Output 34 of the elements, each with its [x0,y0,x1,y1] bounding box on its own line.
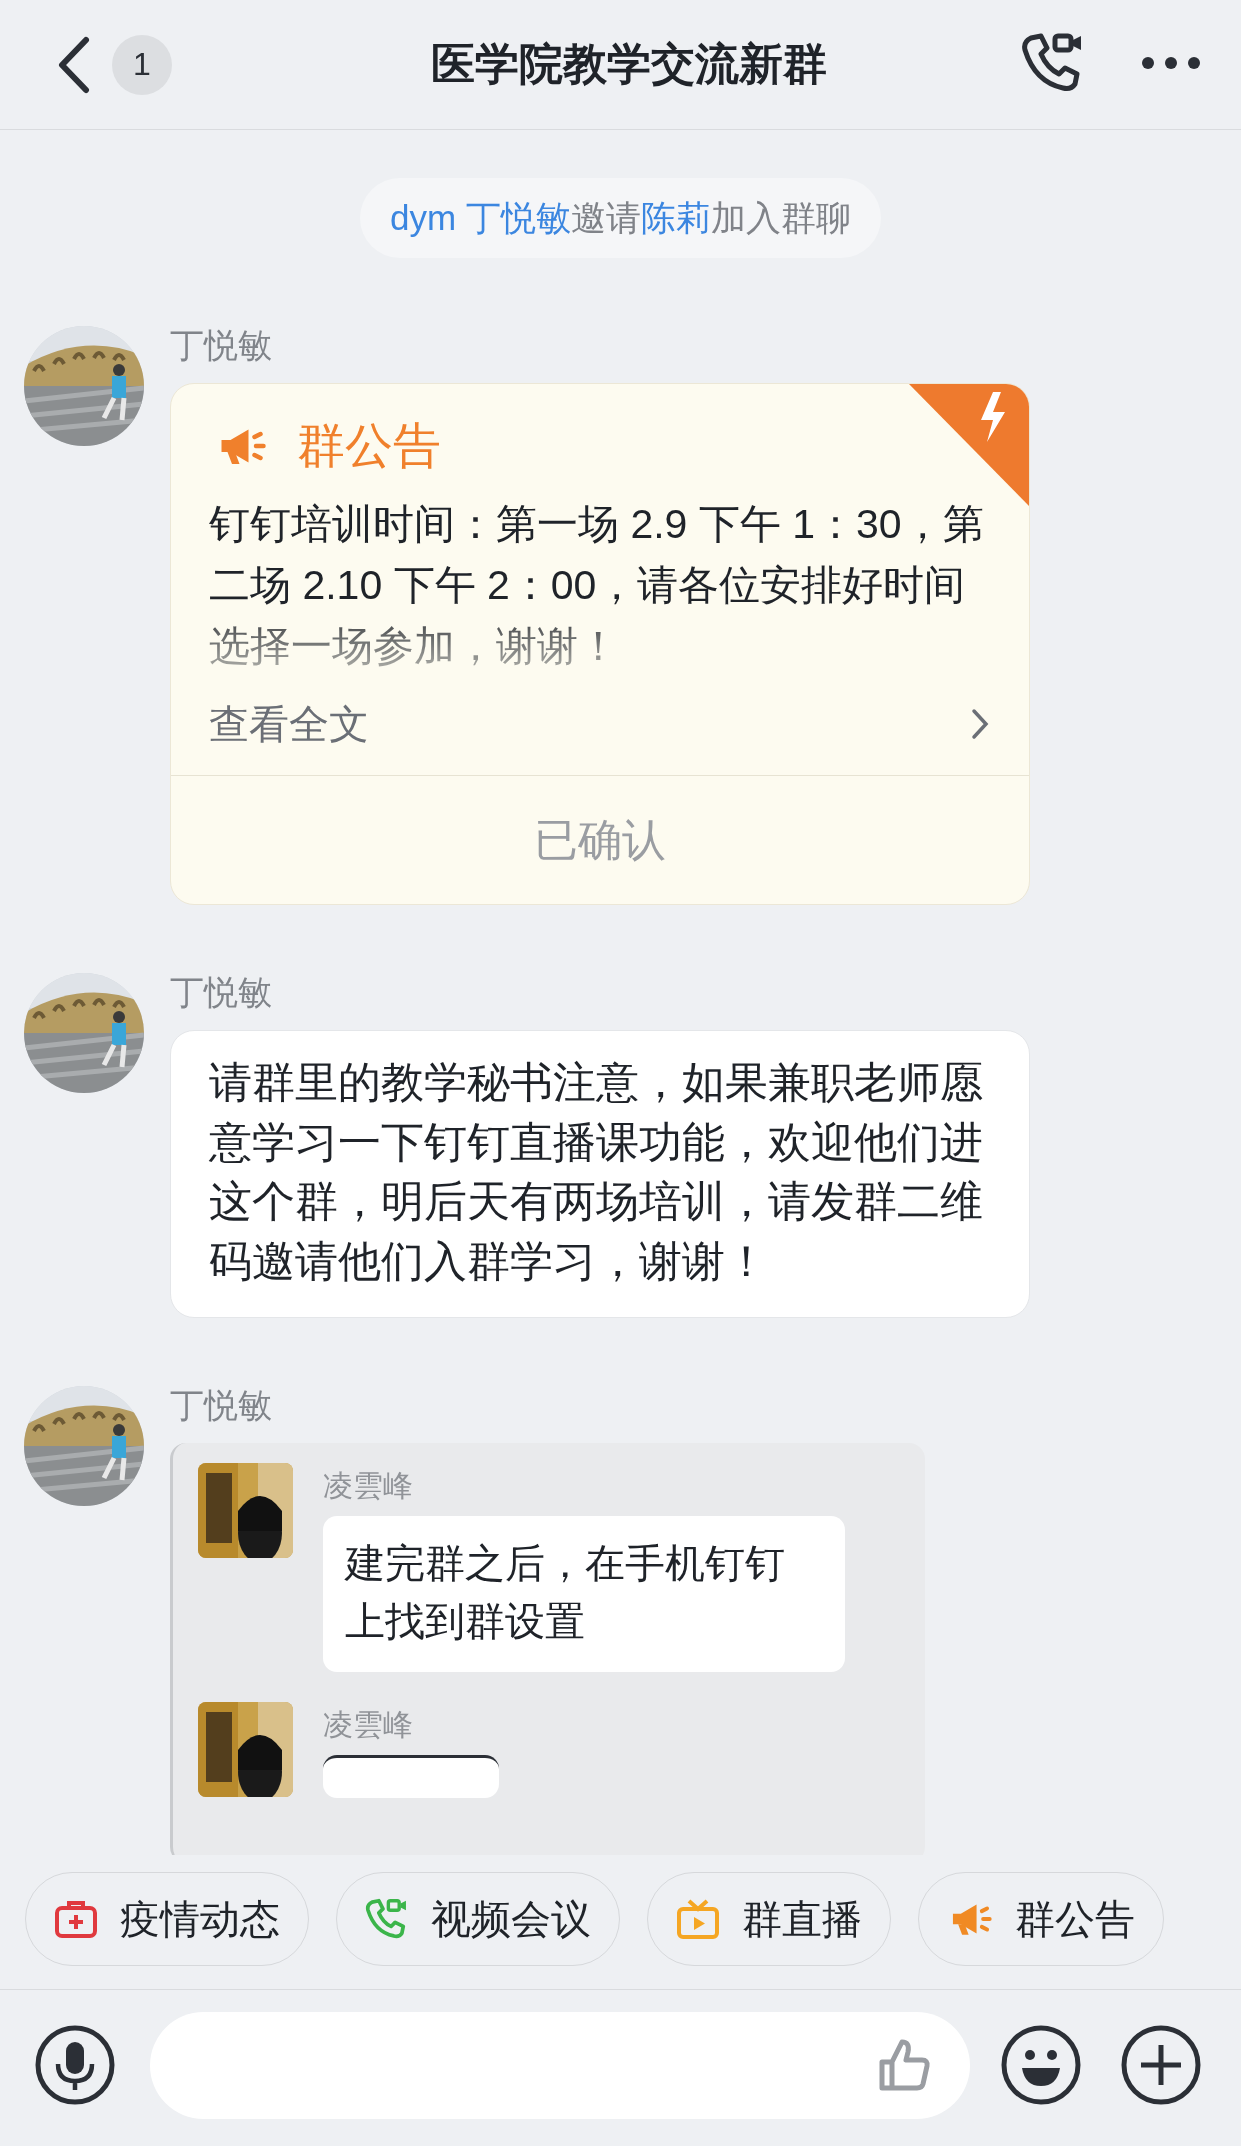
shortcut-chip[interactable]: 疫情动态 [25,1872,309,1966]
phone-video-icon [365,1898,409,1940]
sender-name: 丁悦敏 [170,1388,272,1426]
medical-kit-icon [54,1899,98,1939]
tv-icon [676,1898,720,1940]
sender-name: 丁悦敏 [170,975,272,1013]
back-icon [56,35,90,94]
smiley-icon [1000,2024,1082,2106]
message-bubble: 建完群之后，在手机钉钉上找到群设置 [323,1516,845,1672]
view-full-text-link[interactable]: 查看全文 [171,677,1029,759]
shortcut-chip[interactable]: 群公告 [918,1872,1164,1966]
announcement-card[interactable]: 群公告 钉钉培训时间：第一场 2.9 下午 1：30，第二场 2.10 下午 2：00，请各位安排好时间选择一场参加，谢谢！ 查看全文 已确认 [170,383,1030,905]
sender-name: 凌雲峰 [323,1469,413,1504]
sender-name: 丁悦敏 [170,328,272,366]
system-notice: dym 丁悦敏邀请陈莉加入群聊 [360,178,881,258]
voice-button[interactable] [34,2024,116,2106]
sender-name: 凌雲峰 [323,1708,413,1743]
microphone-icon [34,2024,116,2106]
chevron-right-icon [971,708,989,740]
unread-badge: 1 [112,34,172,95]
announcement-text: 钉钉培训时间：第一场 2.9 下午 1：30，第二场 2.10 下午 2：00，请各位安排好时间选择一场参加，谢谢！ [208,500,985,671]
lightning-corner-icon [909,384,1029,506]
add-button[interactable] [1120,2024,1202,2106]
message-bubble: 请群里的教学秘书注意，如果兼职老师愿意学习一下钉钉直播课功能，欢迎他们进这个群，明后天有两场培训，请发群二维码邀请他们入群学习，谢谢！ [170,1030,1030,1318]
more-icon [1141,56,1201,70]
forwarded-messages[interactable]: 凌雲峰 建完群之后，在手机钉钉上找到群设置 凌雲峰 [170,1443,925,1855]
shortcut-chip[interactable]: 群直播 [647,1872,891,1966]
announcement-title: 群公告 [297,418,441,474]
shortcut-chip[interactable]: 视频会议 [336,1872,620,1966]
chat-title: 医学院教学交流新群 [430,38,827,90]
emoji-button[interactable] [1000,2024,1082,2106]
plus-icon [1120,2024,1202,2106]
confirmed-status: 已确认 [534,813,666,866]
back-button[interactable]: 1 [56,34,172,95]
